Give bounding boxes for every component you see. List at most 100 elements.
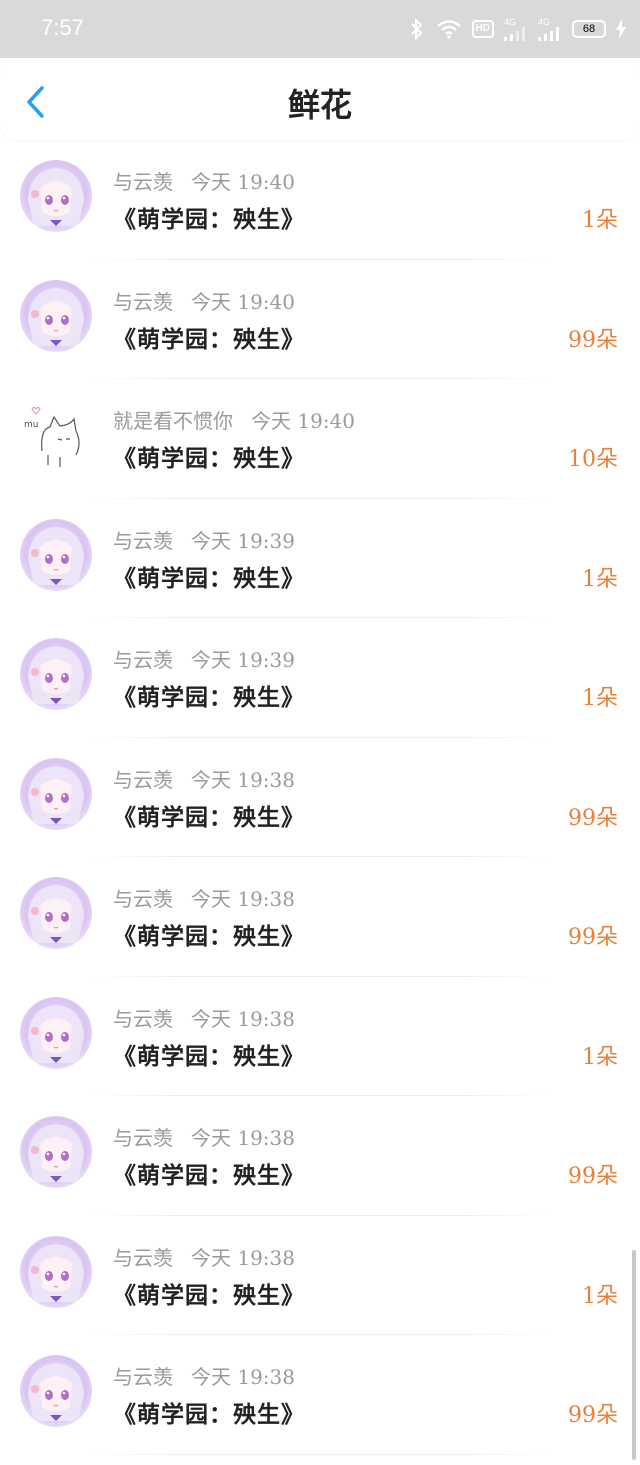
anime-girl-avatar-icon [20, 1355, 92, 1427]
user-name[interactable]: 与云羡 [113, 170, 173, 194]
scrollbar[interactable] [632, 1250, 636, 1460]
list-item[interactable]: 与云羡 今天 19:38 《萌学园：殃生》 99朵 [0, 738, 640, 857]
meta-line: 就是看不惯你 今天 19:40 [113, 405, 355, 434]
avatar[interactable] [20, 279, 92, 352]
divider [90, 1453, 550, 1455]
list-item[interactable]: 与云羡 今天 19:39 《萌学园：殃生》 1朵 [0, 499, 640, 618]
user-name[interactable]: 与云羡 [113, 1246, 173, 1270]
date-label: 今天 [191, 648, 231, 672]
meta-line: 与云羡 今天 19:40 [113, 286, 295, 315]
flower-count: 1朵 [582, 1283, 618, 1309]
anime-girl-avatar-icon [20, 518, 92, 591]
book-title: 《萌学园：殃生》 [113, 325, 305, 353]
status-icons: HD 4G 4G 68 [408, 16, 626, 42]
avatar[interactable] [20, 996, 92, 1069]
flower-count: 99朵 [568, 805, 618, 831]
list-item[interactable]: 与云羡 今天 19:39 《萌学园：殃生》 1朵 [0, 618, 640, 738]
list-item[interactable]: 与云羡 今天 19:38 《萌学园：殃生》 99朵 [0, 857, 640, 977]
date-label: 今天 [191, 1126, 231, 1150]
time-label: 19:40 [237, 289, 295, 314]
meta-line: 与云羡 今天 19:39 [113, 644, 295, 673]
user-name[interactable]: 与云羡 [113, 887, 173, 911]
date-label: 今天 [191, 767, 231, 792]
flower-count: 99朵 [568, 1403, 618, 1428]
time-label: 19:40 [297, 409, 355, 433]
list-item[interactable]: 与云羡 今天 19:38 《萌学园：殃生》 99朵 [0, 1335, 640, 1455]
status-time: 7:57 [41, 15, 84, 40]
avatar[interactable] [20, 518, 92, 591]
svg-text:mu: mu [24, 420, 38, 430]
user-name[interactable]: 与云羡 [113, 1365, 173, 1389]
anime-girl-avatar-icon [20, 877, 92, 949]
charging-icon [616, 19, 626, 39]
time-label: 19:39 [237, 528, 295, 553]
avatar[interactable] [20, 1355, 92, 1427]
list-item[interactable]: 与云羡 今天 19:40 《萌学园：殃生》 1朵 [0, 140, 640, 260]
anime-girl-avatar-icon [20, 160, 92, 232]
time-label: 19:38 [237, 1245, 295, 1270]
avatar[interactable] [20, 877, 92, 949]
anime-girl-avatar-icon [20, 638, 92, 710]
list-item[interactable]: 与云羡 今天 19:38 《萌学园：殃生》 1朵 [0, 1216, 640, 1335]
book-title: 《萌学园：殃生》 [113, 206, 305, 233]
user-name[interactable]: 与云羡 [113, 768, 173, 792]
cat-sketch-avatar-icon: mu [20, 399, 92, 471]
wifi-icon [436, 19, 462, 39]
meta-line: 与云羡 今天 19:38 [113, 883, 295, 912]
user-name[interactable]: 与云羡 [113, 529, 173, 553]
meta-line: 与云羡 今天 19:38 [113, 1122, 295, 1151]
date-label: 今天 [191, 1365, 231, 1389]
book-title: 《萌学园：殃生》 [113, 803, 305, 831]
book-title: 《萌学园：殃生》 [113, 1281, 305, 1309]
book-title: 《萌学园：殃生》 [113, 1401, 305, 1428]
header: 鲜花 [0, 58, 640, 140]
list-item[interactable]: 与云羡 今天 19:38 《萌学园：殃生》 1朵 [0, 977, 640, 1096]
meta-line: 与云羡 今天 19:40 [113, 166, 295, 195]
avatar[interactable] [20, 1116, 92, 1188]
flower-list: 与云羡 今天 19:40 《萌学园：殃生》 1朵 与云羡 今天 19:40 《萌学园… [0, 140, 640, 1455]
user-name[interactable]: 与云羡 [113, 290, 173, 314]
user-name[interactable]: 与云羡 [113, 1126, 173, 1150]
flower-count: 1朵 [582, 566, 618, 592]
list-item[interactable]: mu 就是看不惯你 今天 19:40 《萌学园：殃生》 10朵 [0, 379, 640, 499]
meta-line: 与云羡 今天 19:38 [113, 1361, 295, 1390]
bluetooth-icon [408, 18, 426, 40]
meta-line: 与云羡 今天 19:38 [113, 1242, 295, 1271]
meta-line: 与云羡 今天 19:39 [113, 525, 295, 554]
flower-count: 1朵 [582, 208, 618, 233]
flower-count: 1朵 [582, 1044, 618, 1070]
time-label: 19:38 [237, 887, 295, 911]
date-label: 今天 [251, 409, 291, 433]
time-label: 19:38 [237, 1365, 295, 1389]
anime-girl-avatar-icon [20, 757, 92, 830]
date-label: 今天 [191, 289, 231, 314]
user-name[interactable]: 就是看不惯你 [113, 409, 233, 433]
hd-icon: HD [471, 20, 494, 38]
avatar[interactable] [20, 757, 92, 830]
list-item[interactable]: 与云羡 今天 19:38 《萌学园：殃生》 99朵 [0, 1096, 640, 1216]
user-name[interactable]: 与云羡 [113, 1007, 173, 1031]
date-label: 今天 [191, 528, 231, 553]
list-item[interactable]: 与云羡 今天 19:40 《萌学园：殃生》 99朵 [0, 260, 640, 379]
user-name[interactable]: 与云羡 [113, 648, 173, 672]
avatar[interactable] [20, 160, 92, 232]
book-title: 《萌学园：殃生》 [113, 445, 305, 472]
avatar[interactable]: mu [20, 399, 92, 471]
flower-count: 99朵 [568, 925, 618, 950]
avatar[interactable] [20, 1235, 92, 1308]
status-bar: 7:57 HD 4G 4G 68 [0, 0, 640, 58]
anime-girl-avatar-icon [20, 1235, 92, 1308]
battery-icon: 68 [572, 20, 606, 38]
time-label: 19:38 [237, 1126, 295, 1150]
anime-girl-avatar-icon [20, 1116, 92, 1188]
time-label: 19:38 [237, 1006, 295, 1031]
book-title: 《萌学园：殃生》 [113, 1042, 305, 1070]
anime-girl-avatar-icon [20, 996, 92, 1069]
date-label: 今天 [191, 1006, 231, 1031]
battery-level: 68 [582, 23, 596, 35]
book-title: 《萌学园：殃生》 [113, 684, 305, 711]
book-title: 《萌学园：殃生》 [113, 923, 305, 950]
avatar[interactable] [20, 638, 92, 710]
book-title: 《萌学园：殃生》 [113, 564, 305, 592]
time-label: 19:39 [237, 648, 295, 672]
